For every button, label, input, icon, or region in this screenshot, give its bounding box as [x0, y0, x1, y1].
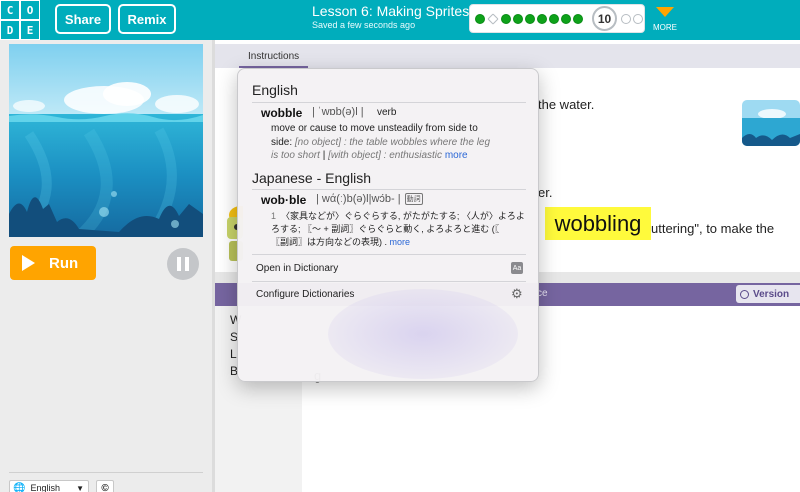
dictionary-heading-english: English	[252, 82, 298, 98]
level-dot-incomplete[interactable]	[621, 14, 631, 24]
logo-letter: O	[20, 0, 40, 20]
definition-line: 〈家具などが〉ぐらぐらする, がたがたする; 〈人が〉よろよ	[281, 211, 525, 221]
definition-text: 〖副詞〗は方向などの表現) . more	[271, 235, 410, 248]
pos-badge: 動詞	[404, 193, 423, 205]
entry-word: wob·ble	[261, 193, 307, 207]
definition-lead: side:	[271, 137, 293, 148]
definition-example: is too short	[271, 150, 320, 161]
logo-letter: E	[20, 20, 40, 40]
definition-text: ろする; 〖～ + 副詞〗ぐらぐらと動く, よろよろと進む (〖	[271, 224, 500, 234]
run-button[interactable]: Run	[10, 246, 96, 280]
divider	[252, 189, 526, 190]
current-level-bubble[interactable]: 10	[592, 6, 617, 31]
definition-example: [no object] : the table wobbles where th…	[294, 137, 491, 148]
divider	[252, 102, 526, 103]
entry-pronunciation: | wά(ː)b(ə)l|wɔ́b- | 動詞	[316, 193, 423, 205]
level-dot-incomplete[interactable]	[633, 14, 643, 24]
open-in-dictionary-link[interactable]: Open in Dictionary	[256, 263, 338, 274]
divider	[252, 254, 526, 255]
app-window: C O D E Share Remix Lesson 6: Making Spr…	[0, 0, 800, 492]
footer-divider	[9, 472, 203, 473]
globe-icon: 🌐	[13, 482, 26, 492]
entry-part-of-speech: verb	[377, 107, 397, 118]
run-label: Run	[49, 254, 79, 272]
level-dot-complete[interactable]	[573, 14, 583, 24]
definition-separator: |	[319, 150, 329, 161]
entry-word: wobble	[261, 106, 303, 120]
pronunciation-text: | wά(ː)b(ə)l|wɔ́b- |	[316, 193, 401, 205]
chevron-down-icon: ▼	[76, 483, 84, 492]
configure-dictionaries-link[interactable]: Configure Dictionaries	[256, 289, 354, 300]
version-history-button[interactable]: Version	[736, 285, 800, 303]
tab-instructions[interactable]: Instructions	[239, 47, 309, 68]
toolbox-category[interactable]: L	[230, 347, 237, 361]
level-dot-complete[interactable]	[549, 14, 559, 24]
level-dot-complete[interactable]	[475, 14, 485, 24]
language-select[interactable]: 🌐 English ▼	[9, 480, 89, 492]
chevron-down-icon	[656, 7, 674, 17]
level-dot-complete[interactable]	[561, 14, 571, 24]
play-area-panel: Run 🌐 English ▼ ©	[0, 40, 212, 492]
level-dot-complete[interactable]	[537, 14, 547, 24]
instruction-text: er.	[538, 185, 553, 200]
level-progress-bar: 10	[469, 4, 645, 33]
code-org-logo[interactable]: C O D E	[0, 0, 40, 40]
lesson-title[interactable]: Lesson 6: Making Sprites	[312, 3, 469, 19]
divider	[252, 281, 526, 282]
level-dot-complete[interactable]	[525, 14, 535, 24]
more-link[interactable]: more	[390, 237, 411, 247]
level-dot-concept[interactable]	[487, 13, 499, 25]
dictionary-popover: English wobble | ˈwɒb(ə)l | verb move or…	[237, 68, 539, 382]
entry-pronunciation: | ˈwɒb(ə)l |	[312, 106, 364, 118]
gear-icon[interactable]: ⚙	[511, 286, 523, 302]
pause-icon	[177, 257, 181, 271]
language-label: English	[30, 483, 60, 492]
definition-text: move or cause to move unsteadily from si…	[271, 123, 478, 134]
logo-letter: C	[0, 0, 20, 20]
definition-line: 〖副詞〗は方向などの表現) .	[271, 237, 387, 247]
clock-icon	[740, 289, 749, 299]
definition-text: is too short | [with object] : enthusias…	[271, 150, 468, 161]
play-icon	[22, 255, 35, 271]
level-thumbnail-image[interactable]	[742, 100, 800, 146]
pause-button[interactable]	[167, 248, 199, 280]
definition-example: [with object] : enthusiastic	[328, 150, 443, 161]
level-dot-complete[interactable]	[513, 14, 523, 24]
instruction-text: the water.	[538, 97, 595, 112]
copyright-icon[interactable]: ©	[96, 480, 114, 492]
popover-glow	[328, 289, 518, 379]
sense-number: 1	[271, 211, 277, 221]
share-button[interactable]: Share	[55, 4, 111, 34]
definition-text: 1 〈家具などが〉ぐらぐらする, がたがたする; 〈人が〉よろよ	[271, 209, 525, 222]
save-status: Saved a few seconds ago	[312, 20, 416, 30]
dictionary-heading-japanese: Japanese - English	[252, 170, 372, 186]
game-canvas[interactable]	[9, 44, 203, 237]
logo-letter: D	[0, 20, 20, 40]
definition-text: side: [no object] : the table wobbles wh…	[271, 137, 490, 148]
top-header: C O D E Share Remix Lesson 6: Making Spr…	[0, 0, 800, 40]
more-label: MORE	[653, 23, 677, 32]
instruction-text: uttering", to make the	[651, 221, 775, 236]
level-dot-complete[interactable]	[501, 14, 511, 24]
more-link[interactable]: more	[445, 150, 468, 161]
remix-button[interactable]: Remix	[118, 4, 176, 34]
more-menu-button[interactable]: MORE	[652, 3, 680, 37]
version-label: Version	[753, 288, 790, 300]
dictionary-app-icon: Aa	[511, 262, 523, 274]
pause-icon	[185, 257, 189, 271]
lookup-highlight-word: wobbling	[545, 207, 651, 240]
